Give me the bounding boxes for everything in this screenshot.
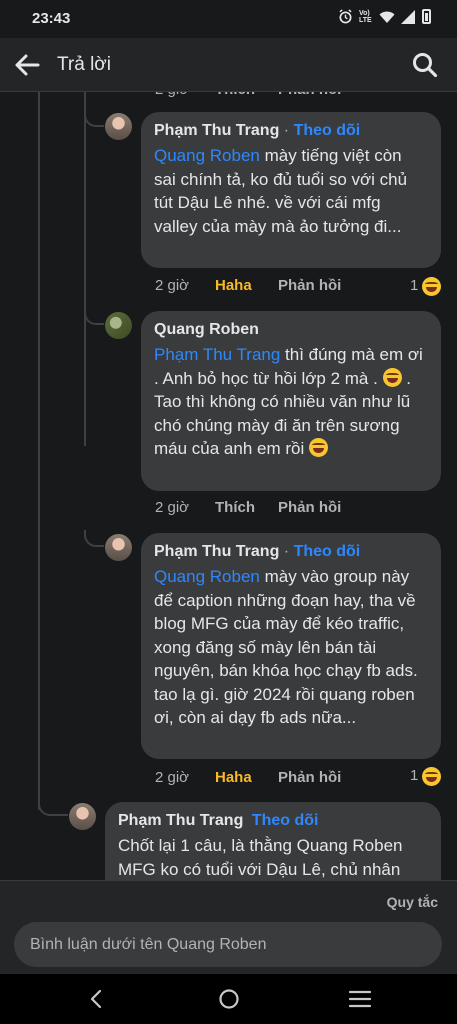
- comment-header: Quang Roben: [154, 320, 428, 340]
- separator-dot: ·: [283, 543, 290, 560]
- avatar[interactable]: [105, 534, 132, 561]
- nav-recents-icon: [348, 990, 372, 1008]
- signal-icon: [401, 9, 415, 24]
- page-title: Trả lời: [57, 54, 111, 75]
- laughing-emoji-icon: [308, 438, 328, 457]
- comment-actions: 2 giờ Haha Phản hồi: [155, 768, 341, 788]
- mention-link[interactable]: Phạm Thu Trang: [154, 345, 280, 364]
- comment-text: Phạm Thu Trang thì đúng mà em ơi . Anh b…: [154, 343, 428, 461]
- comment-body: Tao thì không có nhiều văn như lũ chó ch…: [154, 392, 411, 458]
- comment-time: 2 giờ: [155, 499, 190, 516]
- nav-back-icon: [90, 989, 102, 1009]
- comment-bubble[interactable]: Phạm Thu Trang · Theo dõi Quang Roben mà…: [141, 112, 441, 268]
- haha-emoji-icon: [422, 276, 442, 296]
- comment-text: Chốt lại 1 câu, là thằng Quang Roben MFG…: [118, 834, 428, 880]
- thread-connector: [84, 530, 104, 547]
- like-button[interactable]: Thích: [215, 498, 278, 518]
- comment-author[interactable]: Quang Roben: [154, 321, 259, 338]
- mention-link[interactable]: Quang Roben: [154, 146, 260, 165]
- avatar[interactable]: [105, 113, 132, 140]
- comment-input[interactable]: [14, 922, 442, 967]
- status-bar: 23:43 Vo) LTE: [0, 0, 457, 38]
- comment-body: .: [401, 368, 411, 388]
- comment-bubble[interactable]: Phạm Thu Trang · Theo dõi Quang Roben mà…: [141, 533, 441, 759]
- like-button[interactable]: Thích: [215, 92, 278, 100]
- comment-text: Quang Roben mày vào group này để caption…: [154, 565, 428, 730]
- volte-icon: Vo) LTE: [359, 9, 372, 24]
- search-icon: [413, 53, 438, 78]
- separator-dot: ·: [283, 122, 290, 139]
- thread-connector: [84, 308, 104, 325]
- back-button[interactable]: [12, 51, 42, 79]
- nav-home-icon: [219, 989, 239, 1009]
- reaction-button[interactable]: Haha: [215, 768, 278, 788]
- follow-link[interactable]: Theo dõi: [294, 543, 361, 560]
- reply-button[interactable]: Phản hồi: [278, 276, 341, 296]
- battery-icon: [422, 9, 431, 24]
- reaction-button[interactable]: Haha: [215, 276, 278, 296]
- reply-button[interactable]: Phản hồi: [278, 92, 341, 100]
- laughing-emoji-icon: [382, 367, 402, 387]
- status-icons: Vo) LTE: [338, 9, 431, 24]
- comment-bubble[interactable]: Phạm Thu Trang Theo dõi Chốt lại 1 câu, …: [105, 802, 441, 880]
- reaction-count: 1: [410, 277, 419, 294]
- thread-connector: [38, 798, 68, 816]
- rules-link[interactable]: Quy tắc: [387, 894, 438, 910]
- comment-time: 2 giờ: [155, 277, 190, 294]
- thread-line-outer: [38, 92, 40, 810]
- comment-time: 2 giờ: [155, 769, 190, 786]
- haha-emoji-icon: [422, 766, 442, 786]
- wifi-icon: [379, 11, 395, 23]
- alarm-icon: [339, 9, 352, 24]
- thread-connector: [84, 110, 104, 127]
- thread-line-inner: [84, 92, 86, 446]
- comment-thread[interactable]: 2 giờ Thích Phản hồi Phạm Thu Trang · Th…: [0, 92, 457, 880]
- search-button[interactable]: [411, 51, 439, 79]
- comment-bubble[interactable]: Quang Roben Phạm Thu Trang thì đúng mà e…: [141, 311, 441, 491]
- follow-link[interactable]: Theo dõi: [252, 812, 319, 829]
- reaction-count: 1: [410, 767, 419, 784]
- comment-author[interactable]: Phạm Thu Trang: [154, 543, 279, 560]
- comment-body: Chốt lại 1 câu, là thằng Quang Roben MFG…: [118, 836, 403, 879]
- follow-link[interactable]: Theo dõi: [294, 122, 361, 139]
- app-header: Trả lời: [0, 38, 457, 92]
- comment-author[interactable]: Phạm Thu Trang: [154, 122, 279, 139]
- comment-actions: 2 giờ Thích Phản hồi: [155, 92, 341, 100]
- nav-home-button[interactable]: [216, 986, 242, 1012]
- comment-time: 2 giờ: [155, 92, 215, 100]
- avatar[interactable]: [105, 312, 132, 339]
- comment-header: Phạm Thu Trang Theo dõi: [118, 811, 428, 831]
- comment-header: Phạm Thu Trang · Theo dõi: [154, 542, 428, 562]
- reaction-summary[interactable]: 1: [410, 766, 442, 786]
- arrow-left-icon: [15, 54, 40, 76]
- reply-button[interactable]: Phản hồi: [278, 498, 341, 518]
- comment-composer: Quy tắc: [0, 880, 457, 974]
- nav-back-button[interactable]: [84, 986, 110, 1012]
- comment-text: Quang Roben mày tiếng việt còn sai chính…: [154, 144, 428, 238]
- avatar[interactable]: [69, 803, 96, 830]
- status-time: 23:43: [32, 10, 71, 27]
- comment-body: mày vào group này để caption những đoạn …: [154, 567, 418, 727]
- nav-recents-button[interactable]: [347, 986, 373, 1012]
- comment-header: Phạm Thu Trang · Theo dõi: [154, 121, 428, 141]
- comment-actions: 2 giờ Thích Phản hồi: [155, 498, 341, 518]
- comment-author[interactable]: Phạm Thu Trang: [118, 812, 243, 829]
- mention-link[interactable]: Quang Roben: [154, 567, 260, 586]
- system-nav-bar: [0, 974, 457, 1024]
- comment-actions: 2 giờ Haha Phản hồi: [155, 276, 341, 296]
- reaction-summary[interactable]: 1: [410, 276, 442, 296]
- reply-button[interactable]: Phản hồi: [278, 768, 341, 788]
